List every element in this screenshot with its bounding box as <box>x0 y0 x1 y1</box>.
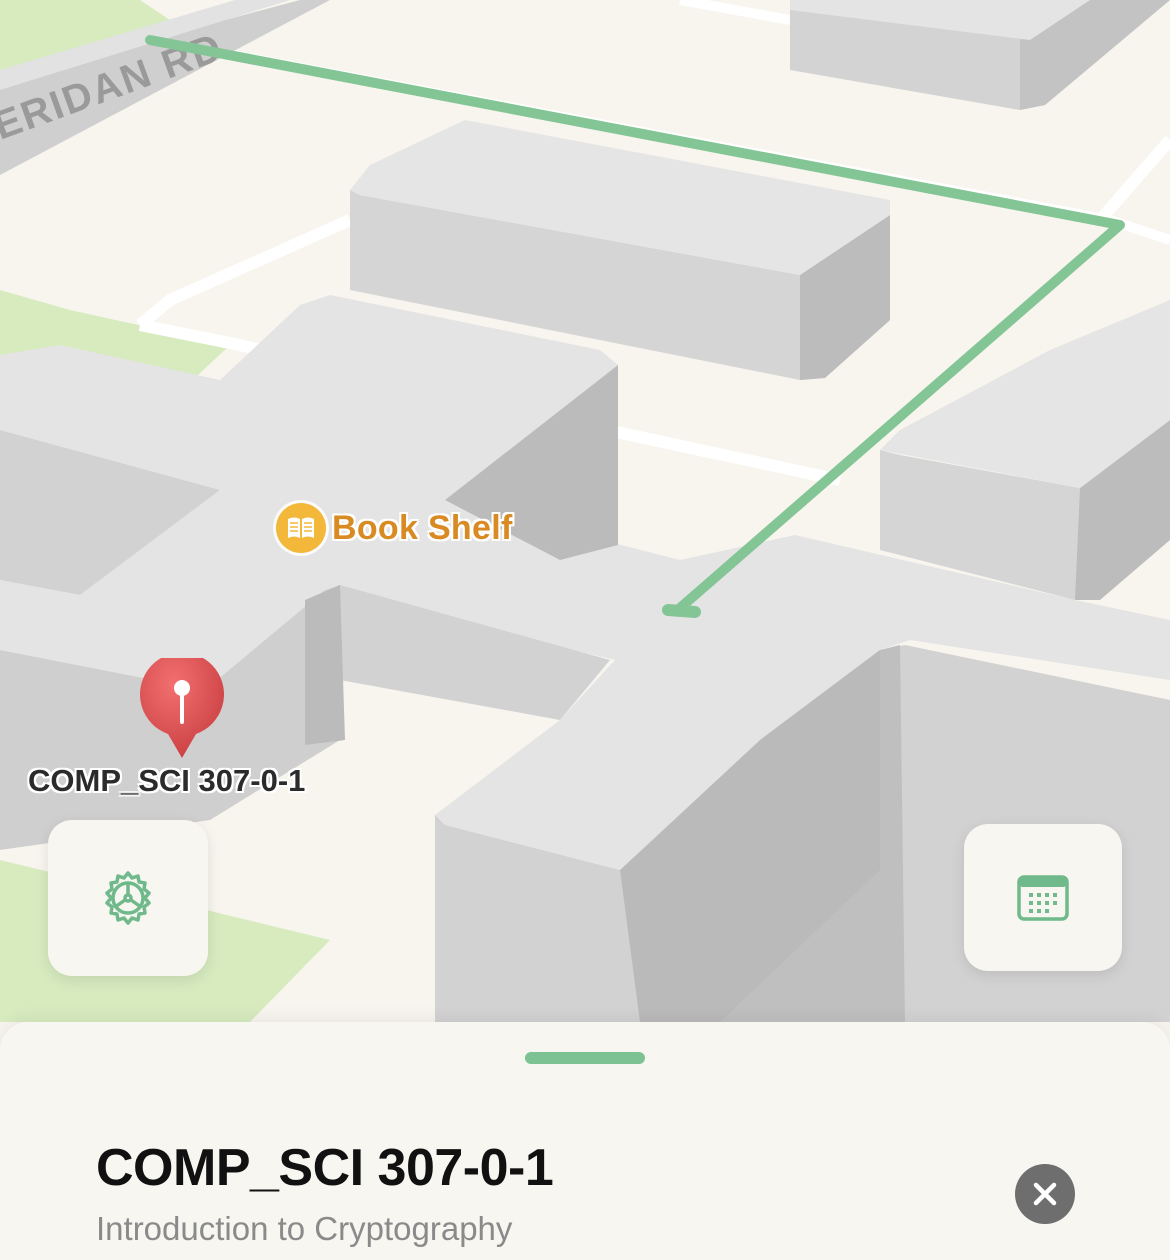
route-end <box>662 604 701 618</box>
close-icon <box>1033 1182 1057 1206</box>
map-pin-icon[interactable] <box>138 658 226 762</box>
open-book-icon <box>276 503 326 553</box>
calendar-icon <box>1017 874 1069 921</box>
poi-label: Book Shelf <box>332 508 513 547</box>
poi-book-shelf[interactable]: Book Shelf <box>276 503 513 553</box>
close-button[interactable] <box>1015 1164 1075 1224</box>
sheet-subtitle: Introduction to Cryptography <box>96 1210 513 1247</box>
pin-label: COMP_SCI 307-0-1 <box>28 763 306 798</box>
sheet-grabber[interactable] <box>525 1052 645 1064</box>
settings-button[interactable] <box>48 820 208 976</box>
gear-icon <box>105 871 151 925</box>
bottom-sheet[interactable]: COMP_SCI 307-0-1 Introduction to Cryptog… <box>0 1022 1170 1260</box>
calendar-button[interactable] <box>964 824 1122 971</box>
sheet-title: COMP_SCI 307-0-1 <box>96 1139 554 1197</box>
